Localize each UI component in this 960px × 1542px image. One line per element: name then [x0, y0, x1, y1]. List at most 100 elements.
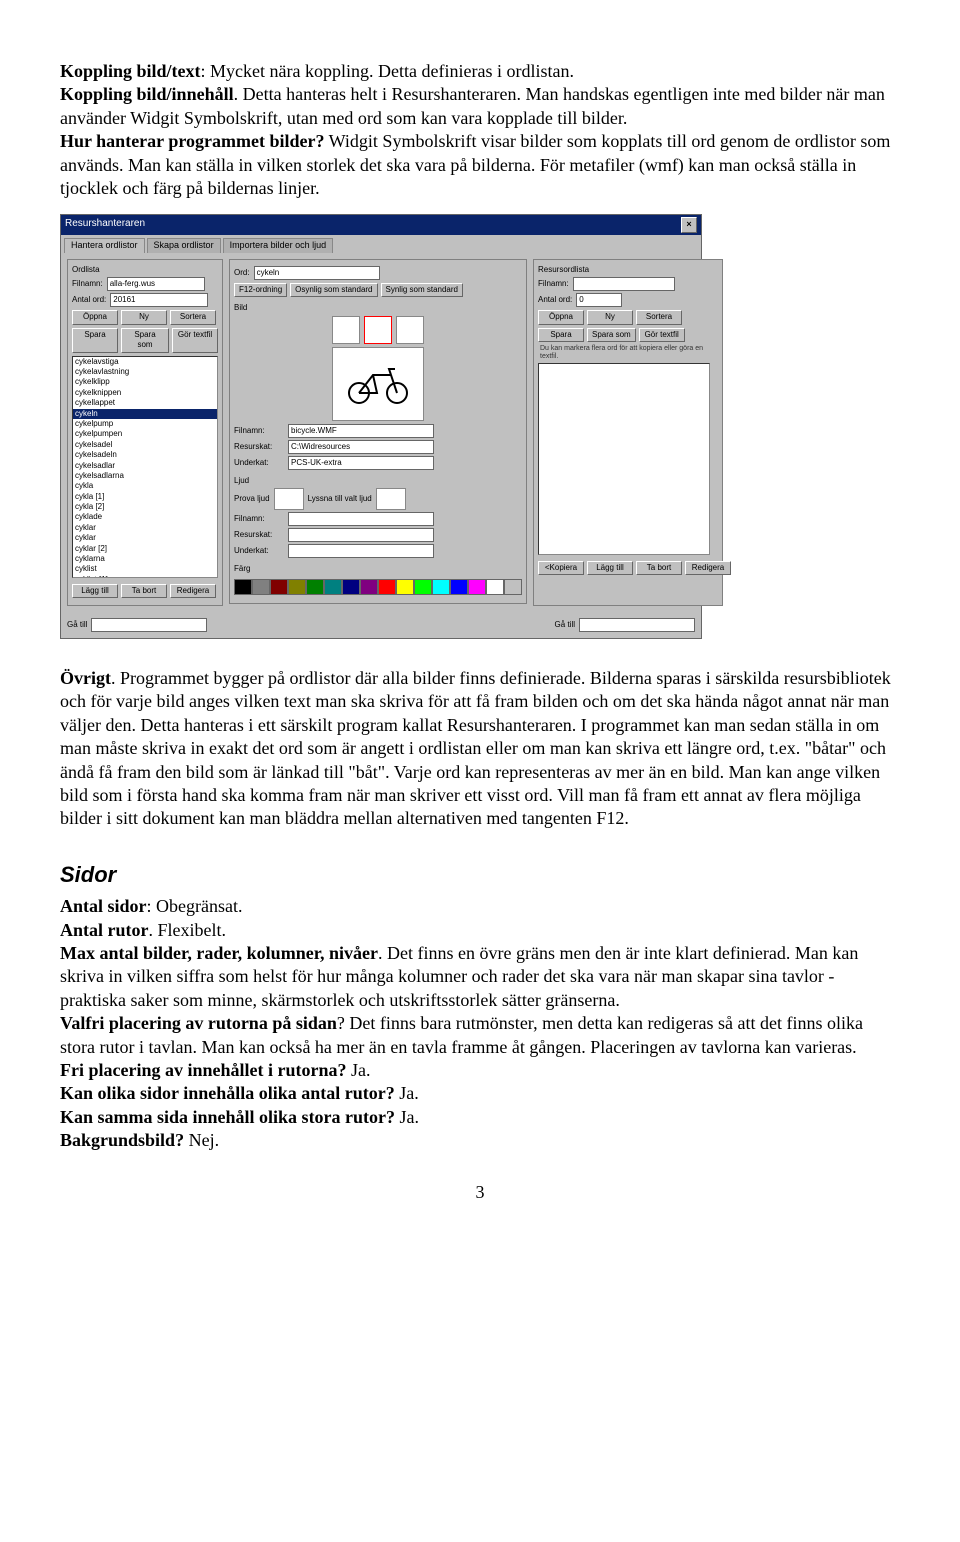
- list-item[interactable]: cykla: [73, 481, 217, 491]
- page-number: 3: [60, 1181, 900, 1204]
- list-item[interactable]: cykelpumpen: [73, 429, 217, 439]
- ord-field[interactable]: cykeln: [254, 266, 380, 280]
- btn-sparasom-left[interactable]: Spara som: [121, 328, 169, 353]
- btn-ny-left[interactable]: Ny: [121, 310, 167, 324]
- tab-importera[interactable]: Importera bilder och ljud: [223, 238, 334, 253]
- btn-oppna-left[interactable]: Öppna: [72, 310, 118, 324]
- paragraph-sidor: Antal sidor: Obegränsat. Antal rutor. Fl…: [60, 895, 900, 1152]
- btn-osynlig[interactable]: Osynlig som standard: [290, 283, 377, 297]
- btn-sortera-right[interactable]: Sortera: [636, 310, 682, 324]
- speaker-icon-2[interactable]: [376, 488, 406, 510]
- ljud-underkat[interactable]: [288, 544, 434, 558]
- list-item[interactable]: cyklarna: [73, 554, 217, 564]
- color-swatch[interactable]: [504, 579, 522, 595]
- color-swatch[interactable]: [396, 579, 414, 595]
- color-swatch[interactable]: [342, 579, 360, 595]
- window-titlebar: Resurshanteraren ×: [61, 215, 701, 235]
- left-filnamn-field[interactable]: alla-ferg.wus: [107, 277, 205, 291]
- tab-hantera[interactable]: Hantera ordlistor: [64, 238, 145, 253]
- label-ovrigt: Övrigt: [60, 668, 111, 688]
- gatill-left-field[interactable]: [91, 618, 207, 632]
- list-item[interactable]: cykeln: [73, 409, 217, 419]
- left-group-label: Ordlista: [72, 265, 218, 275]
- gatill-right-field[interactable]: [579, 618, 695, 632]
- list-item[interactable]: cyklist: [73, 564, 217, 574]
- list-item[interactable]: cykelavlastning: [73, 367, 217, 377]
- list-item[interactable]: cykla [1]: [73, 492, 217, 502]
- list-item[interactable]: cykelklipp: [73, 377, 217, 387]
- bild-underkat[interactable]: PCS-UK-extra: [288, 456, 434, 470]
- btn-sparasom-right[interactable]: Spara som: [587, 328, 636, 342]
- paragraph-coupling: Koppling bild/text: Mycket nära koppling…: [60, 60, 900, 200]
- btn-spara-left[interactable]: Spara: [72, 328, 118, 353]
- tab-skapa[interactable]: Skapa ordlistor: [147, 238, 221, 253]
- btn-gortextfil-left[interactable]: Gör textfil: [172, 328, 218, 353]
- list-item[interactable]: cykelsadel: [73, 440, 217, 450]
- list-item[interactable]: cykellappet: [73, 398, 217, 408]
- list-item[interactable]: cyklar: [73, 533, 217, 543]
- bild-resurskat[interactable]: C:\Widresources: [288, 440, 434, 454]
- list-item[interactable]: cykelavstiga: [73, 357, 217, 367]
- right-antalord-field[interactable]: 0: [576, 293, 622, 307]
- tab-bar: Hantera ordlistor Skapa ordlistor Import…: [61, 235, 701, 253]
- color-swatch[interactable]: [450, 579, 468, 595]
- btn-redigera-right[interactable]: Redigera: [685, 561, 731, 575]
- color-swatch[interactable]: [378, 579, 396, 595]
- ljud-filnamn[interactable]: [288, 512, 434, 526]
- right-resursordlista-group: Resursordlista Filnamn: Antal ord:0 Öppn…: [533, 259, 723, 606]
- list-item[interactable]: cykelknippen: [73, 388, 217, 398]
- thumb-1[interactable]: [332, 316, 360, 344]
- btn-tabort-left[interactable]: Ta bort: [121, 584, 167, 598]
- left-wordlist[interactable]: cykelavstigacykelavlastningcykelklippcyk…: [72, 356, 218, 578]
- color-swatch[interactable]: [360, 579, 378, 595]
- right-filnamn-field[interactable]: [573, 277, 675, 291]
- color-swatch[interactable]: [234, 579, 252, 595]
- btn-redigera-left[interactable]: Redigera: [170, 584, 216, 598]
- list-item[interactable]: cykelpump: [73, 419, 217, 429]
- label-hur-hanterar: Hur hanterar programmet bilder?: [60, 131, 324, 151]
- list-item[interactable]: cykelsadeln: [73, 450, 217, 460]
- ljud-resurskat[interactable]: [288, 528, 434, 542]
- right-group-label: Resursordlista: [538, 265, 718, 275]
- btn-tabort-right[interactable]: Ta bort: [636, 561, 682, 575]
- color-swatch[interactable]: [486, 579, 504, 595]
- list-item[interactable]: cyklar [2]: [73, 544, 217, 554]
- color-swatch[interactable]: [324, 579, 342, 595]
- btn-f12[interactable]: F12-ordning: [234, 283, 287, 297]
- center-panel: Ord:cykeln F12-ordning Osynlig som stand…: [229, 259, 527, 606]
- right-note: Du kan markera flera ord för att kopiera…: [538, 345, 718, 360]
- btn-laggtill-right[interactable]: Lägg till: [587, 561, 633, 575]
- list-item[interactable]: cykla [2]: [73, 502, 217, 512]
- list-item[interactable]: cyklist [1]: [73, 575, 217, 578]
- list-item[interactable]: cykelsadlar: [73, 461, 217, 471]
- right-wordlist[interactable]: [538, 363, 710, 555]
- thumb-3[interactable]: [396, 316, 424, 344]
- color-swatch[interactable]: [252, 579, 270, 595]
- color-swatch[interactable]: [270, 579, 288, 595]
- left-antalord-field[interactable]: 20161: [110, 293, 208, 307]
- list-item[interactable]: cyklar: [73, 523, 217, 533]
- color-swatch[interactable]: [432, 579, 450, 595]
- window-title: Resurshanteraren: [65, 217, 145, 233]
- close-icon[interactable]: ×: [681, 217, 697, 233]
- btn-gortextfil-right[interactable]: Gör textfil: [639, 328, 685, 342]
- color-swatch[interactable]: [414, 579, 432, 595]
- btn-ny-right[interactable]: Ny: [587, 310, 633, 324]
- color-swatch[interactable]: [468, 579, 486, 595]
- btn-synlig[interactable]: Synlig som standard: [381, 283, 463, 297]
- btn-laggtill-left[interactable]: Lägg till: [72, 584, 118, 598]
- btn-sortera-left[interactable]: Sortera: [170, 310, 216, 324]
- bild-filnamn[interactable]: bicycle.WMF: [288, 424, 434, 438]
- btn-spara-right[interactable]: Spara: [538, 328, 584, 342]
- btn-kopiera-right[interactable]: <Kopiera: [538, 561, 584, 575]
- btn-oppna-right[interactable]: Öppna: [538, 310, 584, 324]
- list-item[interactable]: cykelsadlarna: [73, 471, 217, 481]
- left-ordlista-group: Ordlista Filnamn:alla-ferg.wus Antal ord…: [67, 259, 223, 606]
- color-swatch[interactable]: [288, 579, 306, 595]
- list-item[interactable]: cyklade: [73, 512, 217, 522]
- color-swatches[interactable]: [234, 579, 522, 595]
- thumb-2-selected[interactable]: [364, 316, 392, 344]
- color-swatch[interactable]: [306, 579, 324, 595]
- label-koppling-bildtext: Koppling bild/text: [60, 61, 201, 81]
- speaker-icon-1[interactable]: [274, 488, 304, 510]
